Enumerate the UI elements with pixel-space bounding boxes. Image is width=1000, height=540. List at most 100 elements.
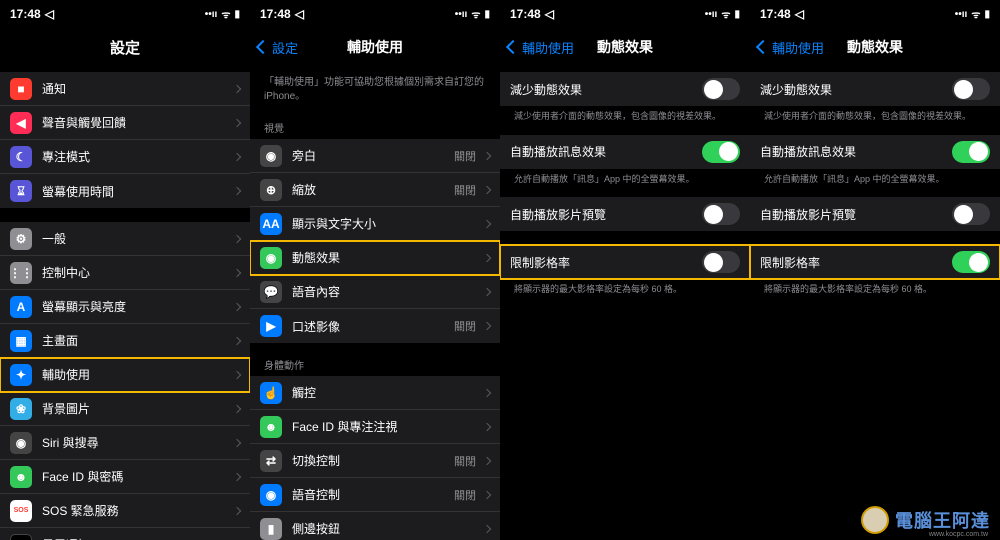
wifi-icon: ᯤ [221,7,230,21]
row-label: 自動播放影片預覽 [760,206,952,223]
location-icon: ◁ [545,7,554,21]
row-label: Siri 與搜尋 [42,434,230,451]
row-label: 減少動態效果 [760,81,952,98]
chevron-right-icon [483,322,491,330]
battery-icon: ▮ [984,9,990,20]
settings-row[interactable]: ☾專注模式 [0,140,250,174]
row-icon: ⋮⋮ [10,534,32,540]
battery-icon: ▮ [484,9,490,20]
watermark: 電腦王阿達 www.kocpc.com.tw [861,506,990,534]
row-label: 語音內容 [292,283,480,300]
chevron-right-icon [233,302,241,310]
phone-settings: 17:48 ◁ ••ıı ᯤ ▮ 設定 ■通知◀︎聲音與觸覺回饋☾專注模式⌛︎螢… [0,0,250,540]
settings-row[interactable]: SOSSOS 緊急服務 [0,494,250,528]
autoplay-message-row[interactable]: 自動播放訊息效果 [500,135,750,169]
row-value: 關閉 [454,453,476,469]
autoplay-message-row[interactable]: 自動播放訊息效果 [750,135,1000,169]
settings-row[interactable]: ⇄切換控制關閉 [250,444,500,478]
settings-row[interactable]: ⊕縮放關閉 [250,173,500,207]
page-title: 動態效果 [597,37,653,57]
chevron-right-icon [483,185,491,193]
row-icon: ⚙︎ [10,228,32,250]
motion-group-2: 自動播放訊息效果 [500,135,750,169]
settings-row[interactable]: ⚙︎一般 [0,222,250,256]
motion-group-1: 減少動態效果 [500,72,750,106]
autoplay-video-toggle[interactable] [702,203,740,225]
autoplay-video-row[interactable]: 自動播放影片預覽 [750,197,1000,231]
back-label: 設定 [272,38,298,57]
row-icon: ☻ [260,416,282,438]
chevron-right-icon [483,388,491,396]
status-bar: 17:48 ◁ ••ıı ᯤ ▮ [250,0,500,28]
row-label: 控制中心 [42,264,230,281]
settings-row[interactable]: ⌛︎螢幕使用時間 [0,174,250,208]
autoplay-video-row[interactable]: 自動播放影片預覽 [500,197,750,231]
settings-row[interactable]: ■通知 [0,72,250,106]
settings-row[interactable]: ☻Face ID 與密碼 [0,460,250,494]
settings-row[interactable]: ◉語音控制關閉 [250,478,500,512]
location-icon: ◁ [45,7,54,21]
settings-row[interactable]: A螢幕顯示與亮度 [0,290,250,324]
signal-icon: ••ıı [455,9,468,20]
row-value: 關閉 [454,318,476,334]
row-icon: ☾ [10,146,32,168]
autoplay-message-footer: 允許自動播放「訊息」App 中的全螢幕效果。 [750,169,1000,192]
autoplay-video-toggle[interactable] [952,203,990,225]
settings-row[interactable]: 💬語音內容 [250,275,500,309]
back-button[interactable]: 輔助使用 [508,38,574,57]
row-icon: ▮ [260,518,282,540]
reduce-motion-toggle[interactable] [702,78,740,100]
settings-row[interactable]: ◉動態效果 [250,241,500,275]
settings-row[interactable]: ⋮⋮暴露通知 [0,528,250,540]
chevron-right-icon [483,456,491,464]
row-value: 關閉 [454,487,476,503]
settings-row[interactable]: AA顯示與文字大小 [250,207,500,241]
watermark-text: 電腦王阿達 [895,507,990,533]
row-label: 減少動態效果 [510,81,702,98]
page-title: 設定 [8,37,242,58]
settings-row[interactable]: ◉旁白關閉 [250,139,500,173]
settings-row[interactable]: ◀︎聲音與觸覺回饋 [0,106,250,140]
wifi-icon: ᯤ [471,7,480,21]
row-label: Face ID 與密碼 [42,468,230,485]
chevron-right-icon [233,234,241,242]
back-button[interactable]: 設定 [258,38,298,57]
row-icon: ⊕ [260,179,282,201]
wifi-icon: ᯤ [971,7,980,21]
settings-group-2: ⚙︎一般⋮⋮控制中心A螢幕顯示與亮度▦主畫面✦輔助使用❀背景圖片◉Siri 與搜… [0,222,250,540]
row-label: 顯示與文字大小 [292,215,480,232]
reduce-motion-toggle[interactable] [952,78,990,100]
chevron-right-icon [483,253,491,261]
row-label: Face ID 與專注注視 [292,418,480,435]
row-label: 側邊按鈕 [292,520,480,537]
phone-accessibility: 17:48 ◁ ••ıı ᯤ ▮ 設定 輔助使用 「輔助使用」功能可協助您根據個… [250,0,500,540]
settings-row[interactable]: ☻ Face ID 與專注注視 [250,410,500,444]
limit-framerate-row[interactable]: 限制影格率 [500,245,750,279]
limit-framerate-row[interactable]: 限制影格率 [750,245,1000,279]
settings-row[interactable]: ⋮⋮控制中心 [0,256,250,290]
row-label: 動態效果 [292,249,480,266]
autoplay-message-toggle[interactable] [702,141,740,163]
limit-framerate-toggle[interactable] [952,251,990,273]
chevron-right-icon [483,422,491,430]
settings-row[interactable]: ◉Siri 與搜尋 [0,426,250,460]
settings-row[interactable]: ☝觸控 [250,376,500,410]
row-icon: ▦ [10,330,32,352]
reduce-motion-row[interactable]: 減少動態效果 [500,72,750,106]
settings-row[interactable]: ❀背景圖片 [0,392,250,426]
settings-row[interactable]: ▦主畫面 [0,324,250,358]
status-bar: 17:48 ◁ ••ıı ᯤ ▮ [750,0,1000,28]
limit-framerate-toggle[interactable] [702,251,740,273]
signal-icon: ••ıı [205,9,218,20]
autoplay-message-toggle[interactable] [952,141,990,163]
settings-row[interactable]: ✦輔助使用 [0,358,250,392]
motion-group-1: 減少動態效果 [750,72,1000,106]
reduce-motion-row[interactable]: 減少動態效果 [750,72,1000,106]
back-button[interactable]: 輔助使用 [758,38,824,57]
chevron-right-icon [233,370,241,378]
motion-group-4: 限制影格率 [750,245,1000,279]
settings-row[interactable]: ▮ 側邊按鈕 [250,512,500,540]
row-label: 語音控制 [292,486,454,503]
status-bar: 17:48 ◁ ••ıı ᯤ ▮ [0,0,250,28]
settings-row[interactable]: ▶口述影像關閉 [250,309,500,343]
